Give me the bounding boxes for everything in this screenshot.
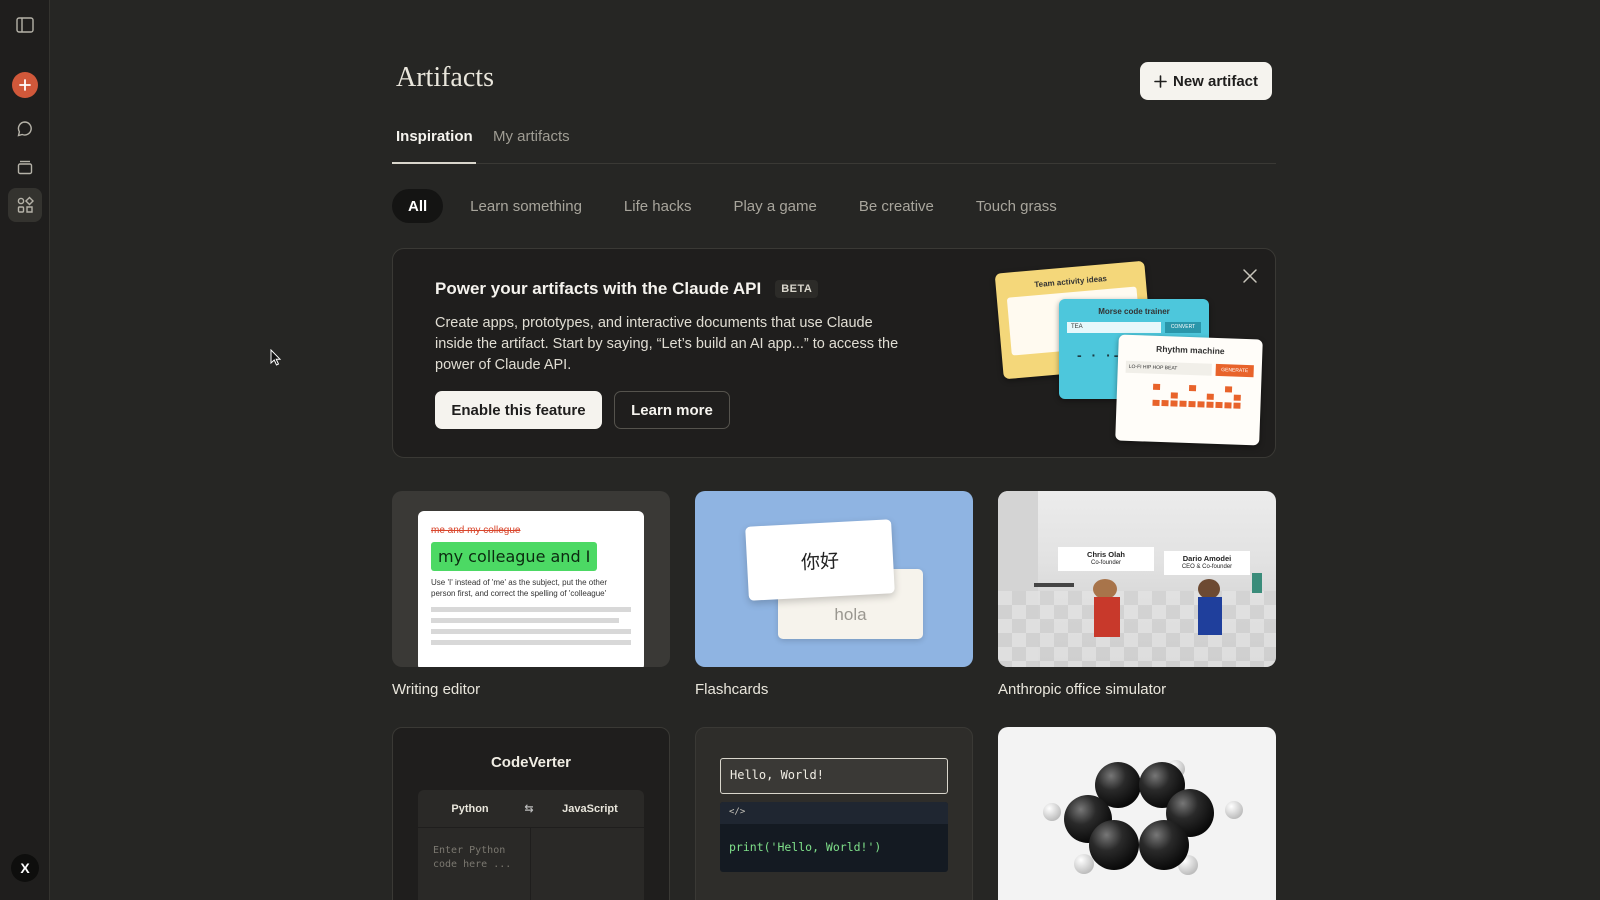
banner-description: Create apps, prototypes, and interactive… [435, 315, 899, 373]
new-artifact-button[interactable]: New artifact [1140, 62, 1272, 100]
card-label: Anthropic office simulator [998, 681, 1167, 698]
close-icon[interactable] [1241, 267, 1259, 285]
banner-title: Power your artifacts with the Claude API… [435, 279, 819, 299]
strikethrough-text: me and my collegue [431, 525, 521, 536]
projects-icon[interactable] [8, 150, 42, 184]
beta-badge: BETA [775, 280, 819, 298]
filter-play-a-game[interactable]: Play a game [716, 189, 833, 223]
writing-editor-thumbnail: me and my collegue my colleague and I Us… [392, 491, 670, 667]
molecule-thumbnail [998, 727, 1276, 900]
filter-life-hacks[interactable]: Life hacks [607, 189, 709, 223]
card-label: Flashcards [695, 681, 769, 698]
filter-be-creative[interactable]: Be creative [842, 189, 951, 223]
codeverter-title: CodeVerter [490, 754, 572, 771]
code-runner-thumbnail: Hello, World! </> print('Hello, World!') [695, 727, 973, 900]
learn-more-button[interactable]: Learn more [614, 391, 730, 429]
card-flashcards[interactable]: hola 你好 Flashcards [695, 491, 973, 698]
category-filters: All Learn something Life hacks Play a ga… [392, 189, 1082, 223]
tab-inspiration[interactable]: Inspiration [392, 128, 476, 164]
enable-feature-button[interactable]: Enable this feature [435, 391, 602, 429]
code-output: print('Hello, World!') [729, 840, 882, 854]
mouse-cursor-icon [270, 349, 282, 366]
codeverter-thumbnail: CodeVerter Python ⇆ JavaScript Enter Pyt… [392, 727, 670, 900]
tab-my-artifacts[interactable]: My artifacts [493, 128, 570, 164]
sign-dario-amodei: Dario Amodei CEO & Co-founder [1164, 551, 1250, 575]
plus-icon [1154, 74, 1167, 88]
new-chat-button[interactable] [12, 72, 38, 98]
avatar[interactable]: X [11, 854, 39, 882]
highlighted-correction: my colleague and I [431, 542, 598, 571]
chats-icon[interactable] [8, 112, 42, 146]
character-head [1093, 579, 1117, 599]
office-simulator-thumbnail: Chris Olah Co-founder Dario Amodei CEO & C… [998, 491, 1276, 667]
artifacts-icon[interactable] [8, 188, 42, 222]
rhythm-machine-preview: Rhythm machine LO-FI HIP HOP BEAT GENERA… [1115, 334, 1263, 446]
flashcards-thumbnail: hola 你好 [695, 491, 973, 667]
card-anthropic-office-simulator[interactable]: Chris Olah Co-founder Dario Amodei CEO & C… [998, 491, 1276, 698]
new-artifact-label: New artifact [1172, 72, 1259, 90]
sign-chris-olah: Chris Olah Co-founder [1058, 547, 1154, 571]
flashcard-front: 你好 [745, 519, 895, 601]
tabs: Inspiration My artifacts [392, 126, 1276, 164]
filter-all[interactable]: All [392, 189, 444, 223]
molecule-3d-model [1043, 760, 1243, 875]
sidebar: X [0, 0, 50, 900]
claude-api-banner: Power your artifacts with the Claude API… [392, 248, 1276, 458]
code-tag: </> [720, 802, 948, 824]
filter-touch-grass[interactable]: Touch grass [959, 189, 1074, 223]
toggle-sidebar-icon[interactable] [8, 8, 42, 42]
banner-title-text: Power your artifacts with the Claude API [435, 279, 762, 298]
card-label: Writing editor [392, 681, 481, 698]
correction-note: Use 'I' instead of 'me' as the subject, … [431, 578, 607, 598]
card-writing-editor[interactable]: me and my collegue my colleague and I Us… [392, 491, 670, 698]
code-input: Hello, World! [720, 758, 948, 794]
page-title: Artifacts [396, 62, 494, 93]
filter-learn-something[interactable]: Learn something [453, 189, 599, 223]
